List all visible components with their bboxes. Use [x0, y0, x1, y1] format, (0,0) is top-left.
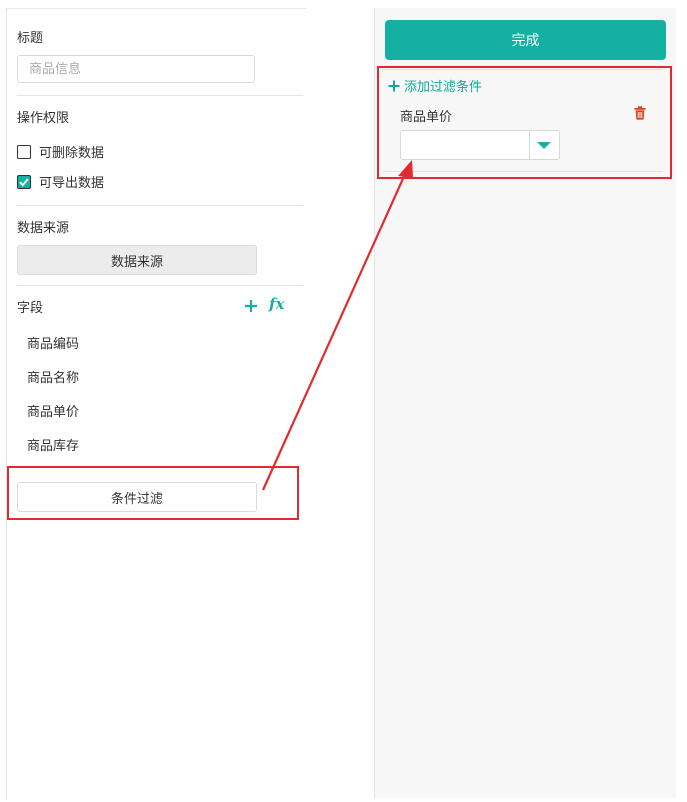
arrow-annotation	[261, 160, 413, 491]
